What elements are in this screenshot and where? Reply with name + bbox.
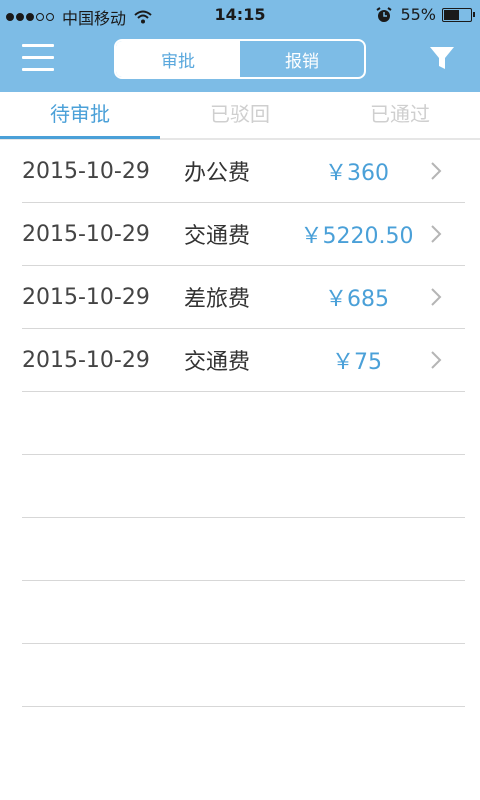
record-type: 交通费 bbox=[184, 224, 251, 249]
battery-level-fill bbox=[444, 9, 460, 20]
empty-row bbox=[22, 392, 465, 455]
alarm-clock-icon bbox=[376, 6, 392, 22]
record-row[interactable]: 2015-10-29 交通费 ￥5220.50 bbox=[22, 203, 465, 266]
battery-icon bbox=[442, 7, 475, 22]
segment-approval[interactable]: 审批 bbox=[116, 41, 240, 77]
record-date: 2015-10-29 bbox=[22, 221, 150, 247]
record-amount: ￥685 bbox=[325, 287, 389, 312]
chevron-right-icon bbox=[431, 162, 442, 180]
app-header: 中国移动 14:15 55% 审批 报销 bbox=[0, 0, 480, 92]
record-amount: ￥5220.50 bbox=[300, 224, 414, 249]
segment-reimbursement[interactable]: 报销 bbox=[240, 41, 364, 77]
record-row[interactable]: 2015-10-29 差旅费 ￥685 bbox=[22, 266, 465, 329]
status-right: 55% bbox=[376, 5, 475, 24]
empty-row bbox=[22, 455, 465, 518]
battery-percent: 55% bbox=[400, 5, 436, 24]
record-date: 2015-10-29 bbox=[22, 158, 150, 184]
record-type: 交通费 bbox=[184, 350, 251, 375]
filter-icon[interactable] bbox=[428, 44, 456, 72]
record-amount: ￥360 bbox=[325, 161, 389, 186]
record-date: 2015-10-29 bbox=[22, 347, 150, 373]
status-tabs: 待审批 已驳回 已通过 bbox=[0, 92, 480, 140]
record-row[interactable]: 2015-10-29 交通费 ￥75 bbox=[22, 329, 465, 392]
tab-approved[interactable]: 已通过 bbox=[320, 92, 480, 138]
status-bar: 中国移动 14:15 55% bbox=[0, 0, 480, 30]
tab-pending[interactable]: 待审批 bbox=[0, 92, 160, 138]
tab-rejected[interactable]: 已驳回 bbox=[160, 92, 320, 138]
empty-row bbox=[22, 644, 465, 707]
menu-button[interactable] bbox=[22, 44, 56, 72]
record-type: 差旅费 bbox=[184, 287, 251, 312]
segmented-control: 审批 报销 bbox=[114, 39, 366, 79]
empty-row bbox=[22, 581, 465, 644]
record-list: 2015-10-29 办公费 ￥360 2015-10-29 交通费 ￥5220… bbox=[22, 140, 465, 707]
record-amount: ￥75 bbox=[332, 350, 382, 375]
chevron-right-icon bbox=[431, 351, 442, 369]
active-tab-indicator bbox=[0, 136, 160, 139]
empty-row bbox=[22, 518, 465, 581]
record-type: 办公费 bbox=[184, 161, 251, 186]
chevron-right-icon bbox=[431, 225, 442, 243]
chevron-right-icon bbox=[431, 288, 442, 306]
record-row[interactable]: 2015-10-29 办公费 ￥360 bbox=[22, 140, 465, 203]
record-date: 2015-10-29 bbox=[22, 284, 150, 310]
